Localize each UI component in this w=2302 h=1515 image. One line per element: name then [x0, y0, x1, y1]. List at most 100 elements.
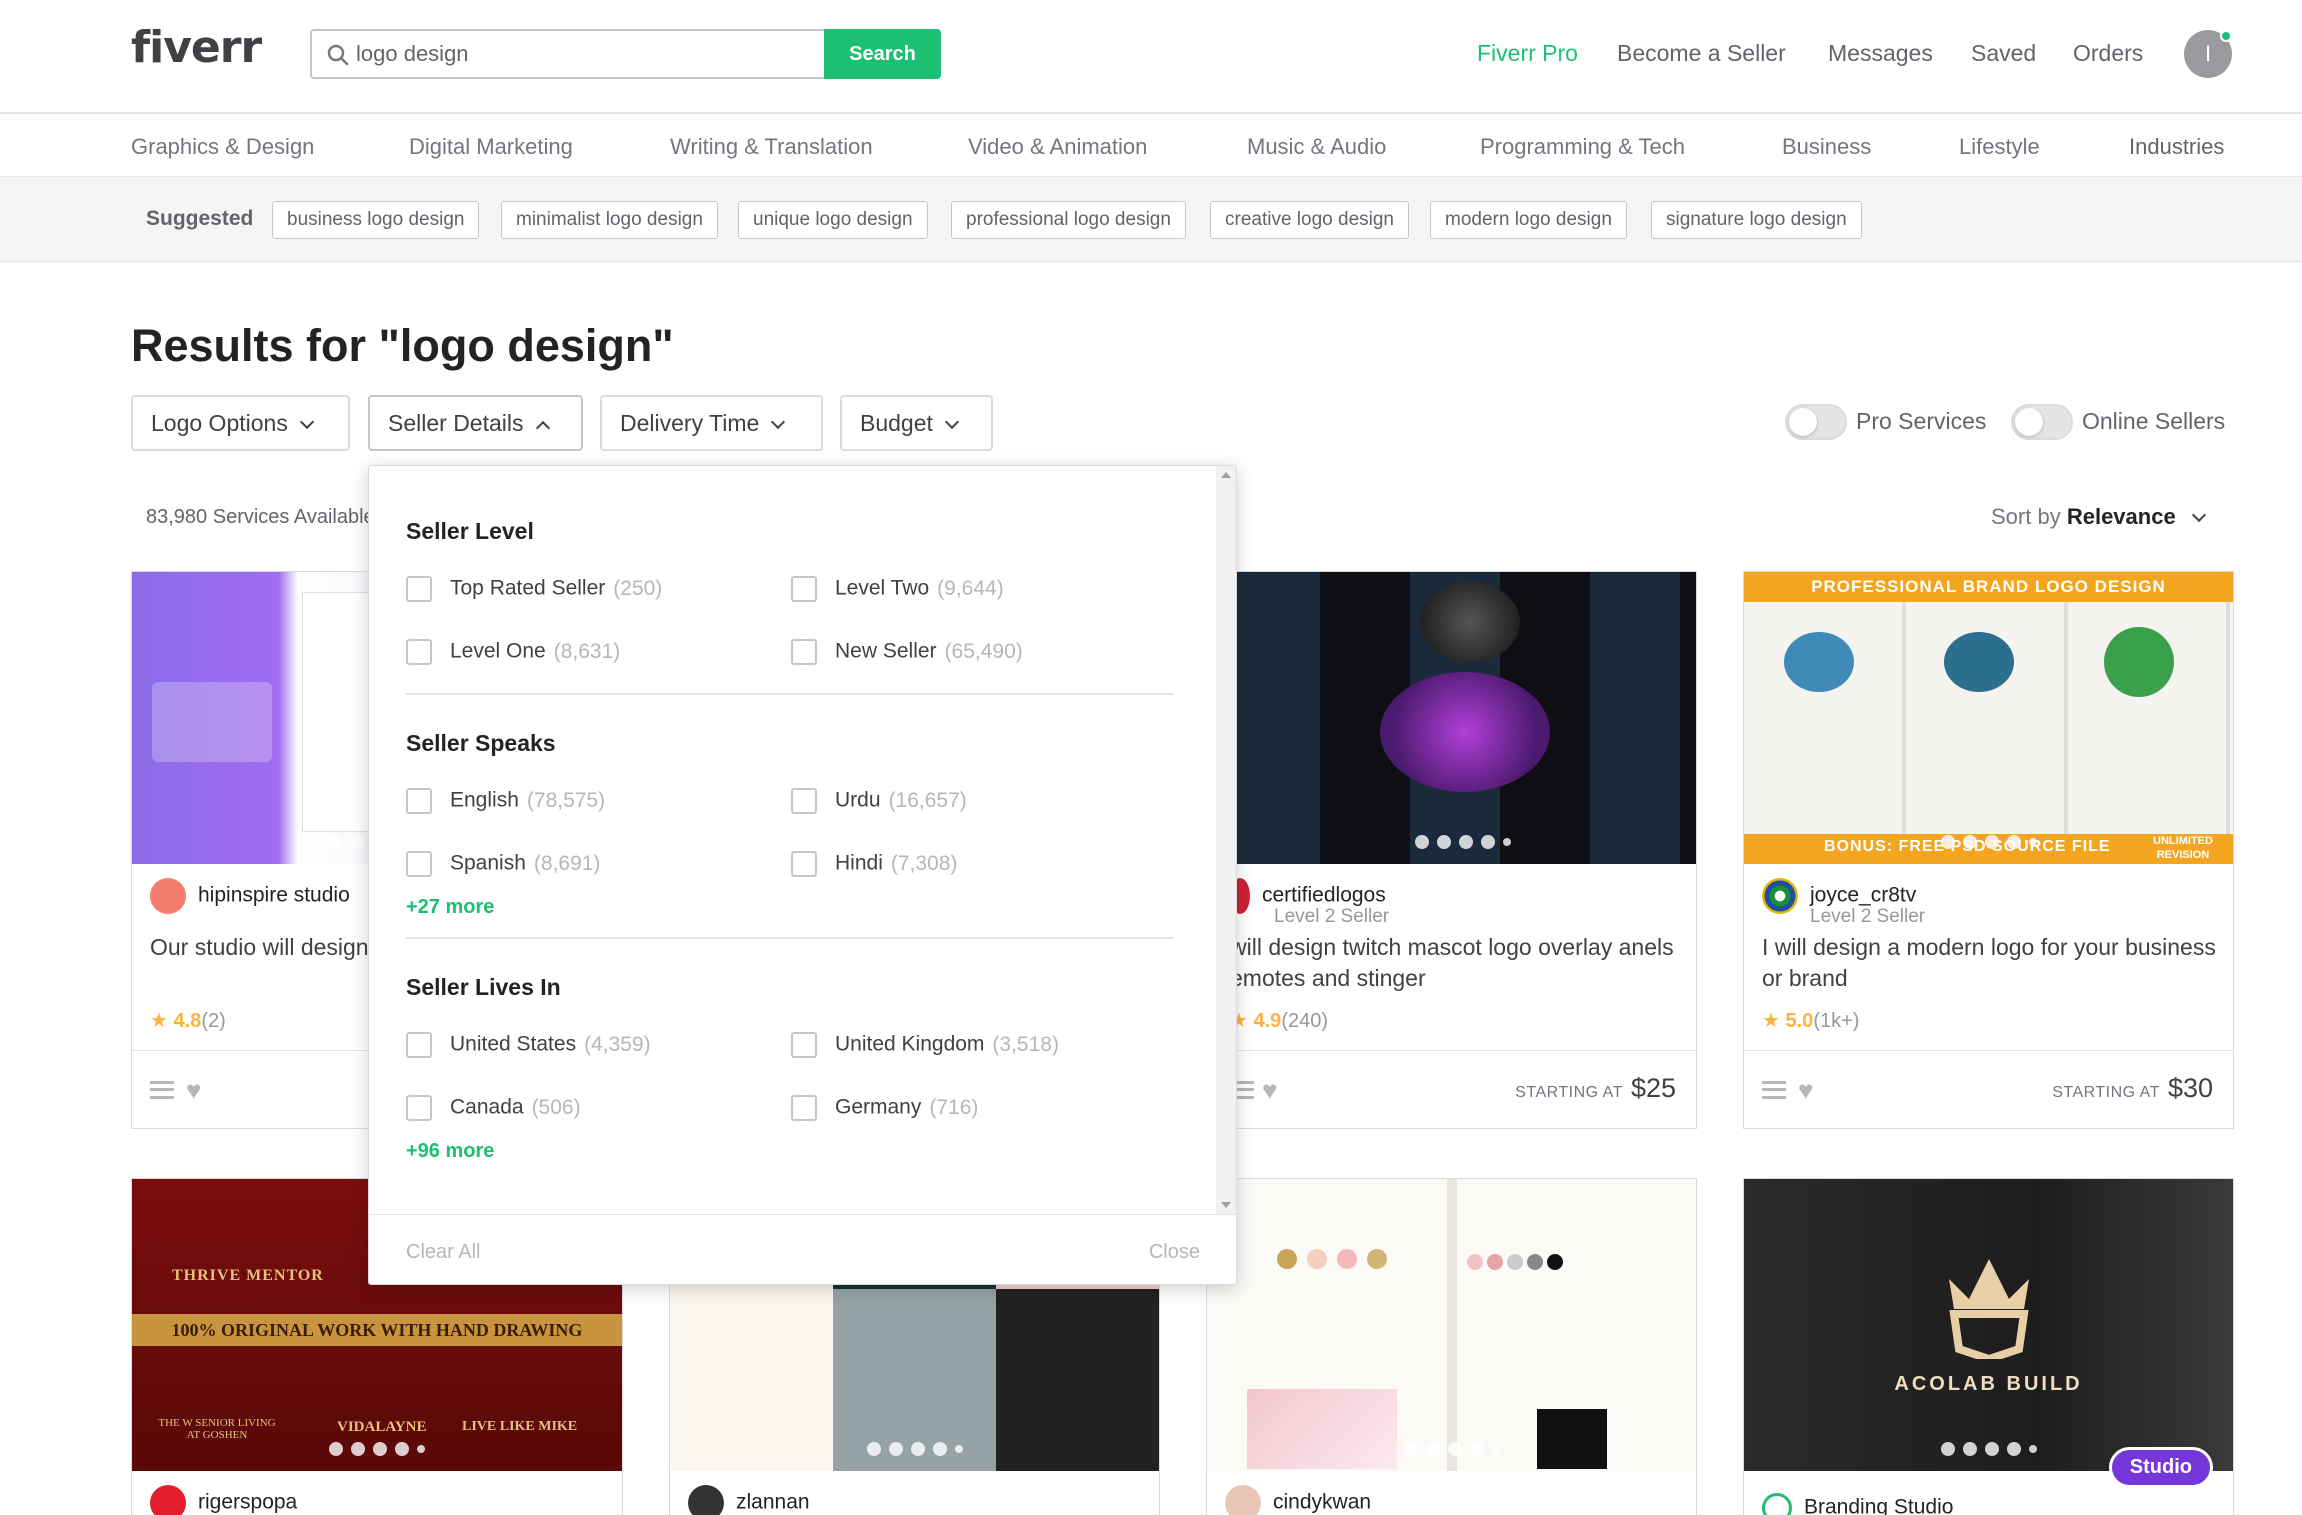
heart-icon[interactable]: ♥ [1798, 1075, 1813, 1106]
suggested-chip[interactable]: signature logo design [1651, 201, 1862, 239]
suggested-chip[interactable]: minimalist logo design [501, 201, 718, 239]
checkbox[interactable] [406, 851, 432, 877]
pro-services-toggle[interactable] [1785, 404, 1847, 440]
suggested-bar: Suggested business logo design minimalis… [0, 176, 2302, 262]
gig-title[interactable]: will design twitch mascot logo overlay a… [1230, 932, 1690, 994]
filter-delivery-time[interactable]: Delivery Time [600, 395, 823, 451]
option-level-one[interactable]: Level One (8,631) [406, 639, 620, 665]
card-footer: ♥ STARTING AT $30 [1744, 1050, 2233, 1128]
checkbox[interactable] [791, 1095, 817, 1121]
seller-name[interactable]: Branding Studio [1762, 1493, 1953, 1515]
checkbox[interactable] [406, 576, 432, 602]
scroll-down-icon[interactable] [1221, 1202, 1231, 1208]
option-united-states[interactable]: United States (4,359) [406, 1032, 651, 1058]
nav-become-seller[interactable]: Become a Seller [1617, 40, 1786, 67]
seller-name[interactable]: zlannan [688, 1485, 810, 1515]
languages-more-link[interactable]: +27 more [406, 896, 494, 919]
sort-dropdown[interactable]: Sort by Relevance [1991, 504, 2206, 530]
carousel-dots[interactable] [670, 1442, 1159, 1461]
seller-avatar [1225, 1485, 1261, 1515]
checkbox[interactable] [406, 639, 432, 665]
seller-name[interactable]: cindykwan [1225, 1485, 1371, 1515]
option-germany[interactable]: Germany (716) [791, 1095, 978, 1121]
gig-price: STARTING AT $25 [1515, 1073, 1676, 1104]
gig-card[interactable]: cindykwan [1206, 1178, 1697, 1515]
heart-icon[interactable]: ♥ [186, 1075, 201, 1106]
carousel-dots[interactable] [1230, 835, 1696, 854]
category-video-animation[interactable]: Video & Animation [968, 134, 1147, 160]
image-brand-text: ACOLAB BUILD [1894, 1373, 2083, 1395]
nav-orders[interactable]: Orders [2073, 40, 2143, 67]
option-level-two[interactable]: Level Two (9,644) [791, 576, 1004, 602]
checkbox[interactable] [406, 788, 432, 814]
heart-icon[interactable]: ♥ [1262, 1075, 1277, 1106]
close-button[interactable]: Close [1149, 1241, 1200, 1264]
option-urdu[interactable]: Urdu (16,657) [791, 788, 967, 814]
suggested-chip[interactable]: business logo design [272, 201, 480, 239]
option-united-kingdom[interactable]: United Kingdom (3,518) [791, 1032, 1059, 1058]
checkbox[interactable] [791, 576, 817, 602]
seller-name[interactable]: hipinspire studio [150, 878, 350, 914]
filter-budget[interactable]: Budget [840, 395, 993, 451]
suggested-chip[interactable]: modern logo design [1430, 201, 1627, 239]
dropdown-scrollbar[interactable] [1216, 466, 1236, 1214]
suggested-chip[interactable]: unique logo design [738, 201, 928, 239]
category-music-audio[interactable]: Music & Audio [1247, 134, 1386, 160]
option-hindi[interactable]: Hindi (7,308) [791, 851, 957, 877]
toggle-knob [2015, 408, 2043, 436]
option-canada[interactable]: Canada (506) [406, 1095, 581, 1121]
carousel-dots[interactable] [1744, 835, 2233, 854]
online-sellers-toggle[interactable] [2011, 404, 2073, 440]
filter-seller-details[interactable]: Seller Details [368, 395, 583, 451]
checkbox[interactable] [406, 1032, 432, 1058]
checkbox[interactable] [406, 1095, 432, 1121]
seller-name[interactable]: rigerspopa [150, 1485, 297, 1515]
nav-messages[interactable]: Messages [1828, 40, 1933, 67]
filter-logo-options[interactable]: Logo Options [131, 395, 350, 451]
gig-image[interactable]: ACOLAB BUILD [1744, 1179, 2233, 1471]
option-spanish[interactable]: Spanish (8,691) [406, 851, 600, 877]
gig-title[interactable]: I will design a modern logo for your bus… [1762, 932, 2222, 994]
category-lifestyle[interactable]: Lifestyle [1959, 134, 2040, 160]
option-count: (3,518) [992, 1032, 1059, 1056]
suggested-chip[interactable]: professional logo design [951, 201, 1186, 239]
user-avatar[interactable]: I [2184, 30, 2232, 78]
category-industries[interactable]: Industries [2129, 134, 2224, 160]
option-count: (9,644) [937, 576, 1004, 600]
gig-image[interactable] [1230, 572, 1696, 864]
gig-card[interactable]: ACOLAB BUILD Studio Branding Studio [1743, 1178, 2234, 1515]
carousel-dots[interactable] [1207, 1442, 1696, 1461]
checkbox[interactable] [791, 788, 817, 814]
option-new-seller[interactable]: New Seller (65,490) [791, 639, 1023, 665]
nav-fiverr-pro[interactable]: Fiverr Pro [1477, 40, 1578, 67]
carousel-dots[interactable] [132, 1442, 622, 1461]
menu-icon[interactable] [1762, 1081, 1786, 1099]
option-count: (7,308) [890, 851, 958, 875]
clear-all-button[interactable]: Clear All [406, 1241, 480, 1264]
pro-services-label: Pro Services [1856, 408, 1987, 434]
category-digital-marketing[interactable]: Digital Marketing [409, 134, 573, 160]
nav-saved[interactable]: Saved [1971, 40, 2036, 67]
search-button[interactable]: Search [824, 29, 941, 79]
gig-card[interactable]: certifiedlogos Level 2 Seller will desig… [1229, 571, 1697, 1129]
category-writing-translation[interactable]: Writing & Translation [670, 134, 873, 160]
menu-icon[interactable] [150, 1081, 174, 1099]
image-title-text: THRIVE MENTOR [172, 1267, 324, 1284]
checkbox[interactable] [791, 639, 817, 665]
option-top-rated-seller[interactable]: Top Rated Seller (250) [406, 576, 662, 602]
option-english[interactable]: English (78,575) [406, 788, 605, 814]
suggested-chip[interactable]: creative logo design [1210, 201, 1409, 239]
category-business[interactable]: Business [1782, 134, 1871, 160]
category-programming-tech[interactable]: Programming & Tech [1480, 134, 1685, 160]
checkbox[interactable] [791, 851, 817, 877]
gig-image[interactable]: PROFESSIONAL BRAND LOGO DESIGN BONUS: FR… [1744, 572, 2233, 864]
search-input[interactable] [356, 37, 806, 71]
gig-image[interactable] [1207, 1179, 1696, 1471]
category-graphics-design[interactable]: Graphics & Design [131, 134, 314, 160]
scroll-up-icon[interactable] [1221, 472, 1231, 478]
filter-label: Logo Options [151, 410, 288, 436]
checkbox[interactable] [791, 1032, 817, 1058]
gig-card[interactable]: PROFESSIONAL BRAND LOGO DESIGN BONUS: FR… [1743, 571, 2234, 1129]
countries-more-link[interactable]: +96 more [406, 1140, 494, 1163]
fiverr-logo[interactable]: fiverr [131, 22, 262, 73]
